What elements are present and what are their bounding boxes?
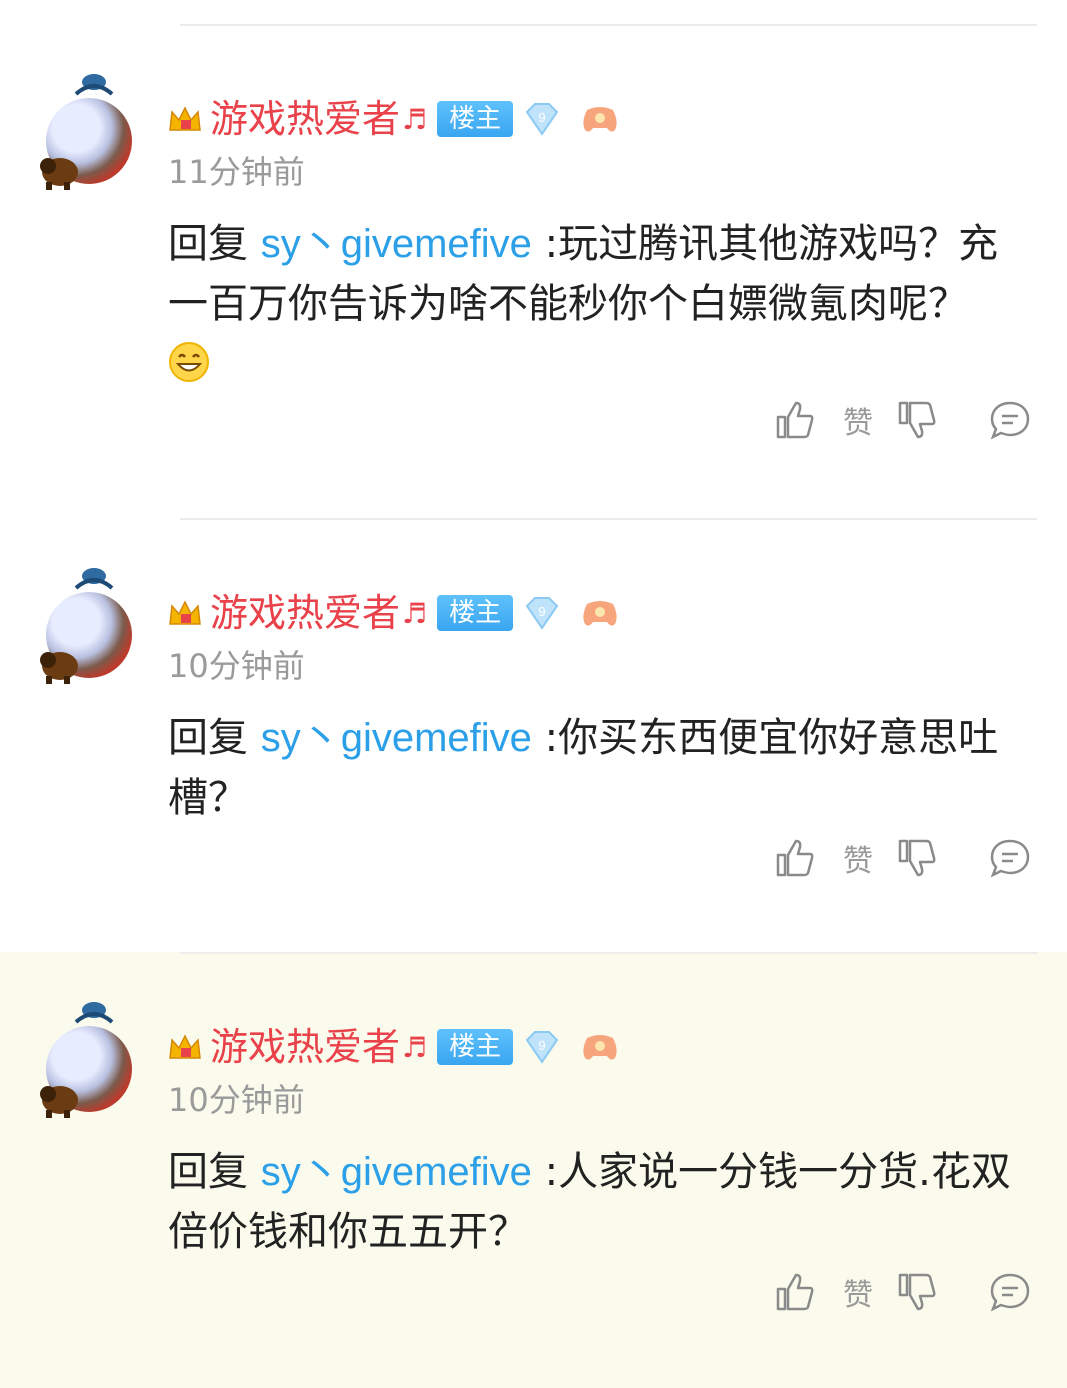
thumbs-up-icon	[776, 1273, 814, 1311]
username[interactable]: 游戏热爱者	[210, 1023, 400, 1071]
action-bar: 赞	[773, 398, 1031, 442]
username[interactable]: 游戏热爱者	[210, 95, 400, 143]
thumbs-up-icon	[776, 401, 814, 439]
comment-item: 游戏热爱者 ♬ 楼主 9 10分钟前 回复 sy丶givemefive :你买东…	[0, 518, 1067, 952]
divider	[180, 24, 1037, 26]
music-note-icon: ♬	[402, 1030, 428, 1064]
divider	[180, 952, 1037, 954]
yak-pendant-icon	[40, 652, 78, 684]
divider	[180, 518, 1037, 520]
crown-icon	[169, 1034, 201, 1059]
hat-decoration-icon	[74, 1002, 114, 1024]
comment-body: 回复 sy丶givemefive :人家说一分钱一分货.花双倍价钱和你五五开？	[168, 1142, 1018, 1262]
music-note-icon: ♬	[402, 596, 428, 630]
hat-decoration-icon	[74, 568, 114, 590]
owner-badge: 楼主	[437, 595, 514, 631]
comment-body: 回复 sy丶givemefive :你买东西便宜你好意思吐槽？	[168, 708, 1018, 828]
like-label[interactable]: 赞	[843, 1270, 873, 1314]
owner-badge: 楼主	[437, 101, 514, 137]
comment-item: 游戏热爱者 ♬ 楼主 9 11分钟前 回复 sy丶givemefive :玩过腾…	[0, 24, 1067, 494]
action-bar: 赞	[773, 836, 1031, 880]
reply-prefix: 回复	[168, 1149, 248, 1195]
thumbs-up-icon	[776, 839, 814, 877]
level-diamond-icon: 9	[525, 103, 559, 136]
like-label[interactable]: 赞	[843, 836, 873, 880]
thumbs-down-icon	[898, 401, 936, 439]
mention-link[interactable]: sy丶givemefive	[261, 1150, 532, 1194]
user-line: 游戏热爱者 ♬ 楼主 9	[168, 588, 619, 638]
like-button[interactable]	[773, 398, 817, 442]
dislike-button[interactable]	[895, 398, 939, 442]
action-bar: 赞	[773, 1270, 1031, 1314]
comment-bubble-icon	[990, 1273, 1030, 1312]
reply-button[interactable]	[989, 400, 1031, 440]
comment-body: 回复 sy丶givemefive :玩过腾讯其他游戏吗？充一百万你告诉为啥不能秒…	[168, 214, 1018, 394]
grin-emoji-icon	[169, 342, 209, 382]
svg-text:9: 9	[539, 1038, 546, 1053]
reply-button[interactable]	[989, 1272, 1031, 1312]
gamepad-icon	[583, 601, 617, 626]
user-line: 游戏热爱者 ♬ 楼主 9	[168, 94, 619, 144]
reply-prefix: 回复	[168, 715, 248, 761]
comment-time: 10分钟前	[168, 647, 305, 685]
crown-icon	[169, 106, 201, 131]
crown-icon	[169, 600, 201, 625]
reply-prefix: 回复	[168, 221, 248, 267]
comment-item-highlighted: 游戏热爱者 ♬ 楼主 9 10分钟前 回复 sy丶givemefive :人家说…	[0, 952, 1067, 1388]
hat-decoration-icon	[74, 74, 114, 96]
gamepad-icon	[583, 107, 617, 132]
like-label[interactable]: 赞	[843, 398, 873, 442]
comment-bubble-icon	[990, 401, 1030, 440]
dislike-button[interactable]	[895, 1270, 939, 1314]
like-button[interactable]	[773, 836, 817, 880]
thumbs-down-icon	[898, 839, 936, 877]
avatar[interactable]	[36, 1000, 136, 1122]
user-line: 游戏热爱者 ♬ 楼主 9	[168, 1022, 619, 1072]
svg-text:9: 9	[539, 604, 546, 619]
avatar[interactable]	[36, 72, 136, 194]
username[interactable]: 游戏热爱者	[210, 589, 400, 637]
gamepad-icon	[583, 1035, 617, 1060]
reply-button[interactable]	[989, 838, 1031, 878]
mention-link[interactable]: sy丶givemefive	[261, 716, 532, 760]
like-button[interactable]	[773, 1270, 817, 1314]
mention-link[interactable]: sy丶givemefive	[261, 222, 532, 266]
svg-text:9: 9	[539, 110, 546, 125]
avatar[interactable]	[36, 566, 136, 688]
dislike-button[interactable]	[895, 836, 939, 880]
yak-pendant-icon	[40, 1086, 78, 1118]
yak-pendant-icon	[40, 158, 78, 190]
comment-bubble-icon	[990, 839, 1030, 878]
comment-time: 10分钟前	[168, 1081, 305, 1119]
level-diamond-icon: 9	[525, 1031, 559, 1064]
comment-time: 11分钟前	[168, 153, 305, 191]
owner-badge: 楼主	[437, 1029, 514, 1065]
thumbs-down-icon	[898, 1273, 936, 1311]
level-diamond-icon: 9	[525, 597, 559, 630]
music-note-icon: ♬	[402, 102, 428, 136]
